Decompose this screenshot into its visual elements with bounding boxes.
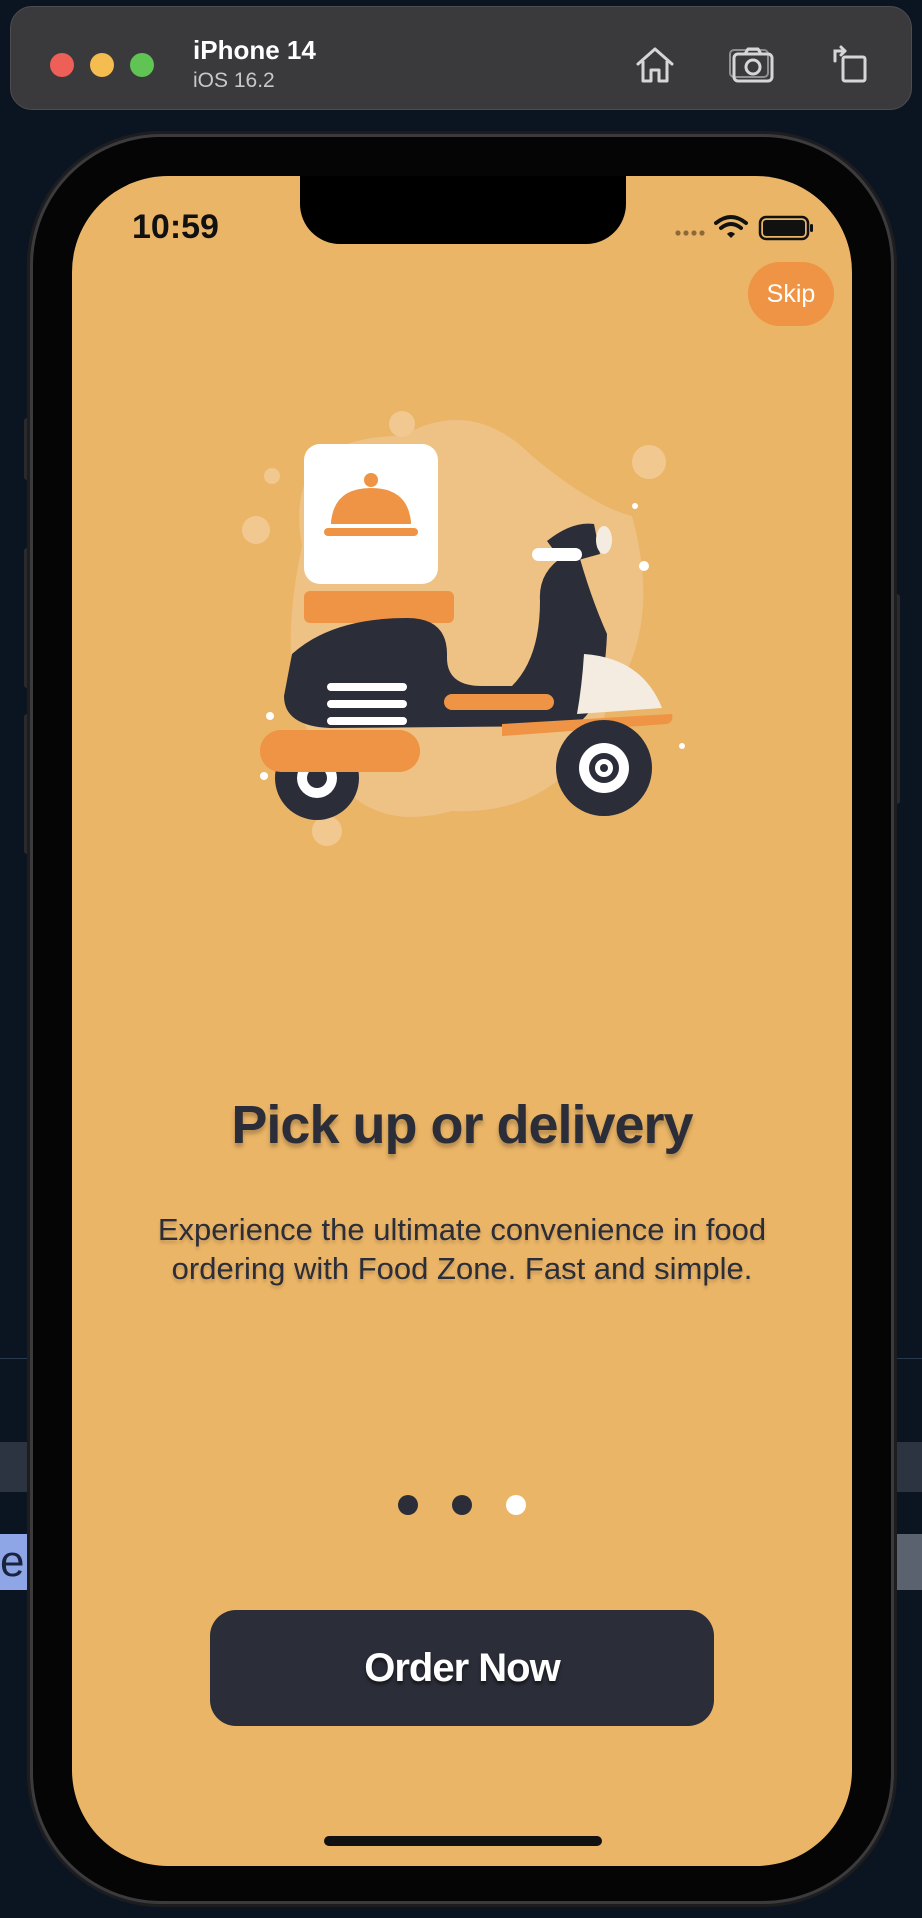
minimize-window-button[interactable]: [90, 53, 114, 77]
screenshot-icon[interactable]: [729, 41, 777, 89]
cellular-dots-icon: [675, 230, 705, 236]
close-window-button[interactable]: [50, 53, 74, 77]
page-dot[interactable]: [452, 1495, 472, 1515]
rotate-icon[interactable]: [827, 41, 875, 89]
home-indicator[interactable]: [324, 1836, 602, 1846]
background-tag-text: e: [0, 1537, 25, 1586]
page-dot-active[interactable]: [506, 1495, 526, 1515]
wifi-icon: [714, 215, 748, 238]
volume-up-button: [24, 548, 33, 688]
status-icons: [675, 215, 813, 241]
skip-button[interactable]: Skip: [748, 262, 834, 326]
battery-icon: [758, 215, 813, 241]
notch: [300, 176, 626, 244]
volume-down-button: [24, 714, 33, 854]
app-screen: 10:59 Skip Pick up or delivery Experienc…: [72, 176, 852, 1866]
simulator-titlebar: iPhone 14 iOS 16.2: [10, 6, 912, 110]
page-indicator[interactable]: [72, 1495, 852, 1517]
home-icon[interactable]: [631, 41, 679, 89]
background-side-control: [896, 1534, 922, 1590]
delivery-scooter-illustration: [242, 411, 685, 846]
device-name: iPhone 14: [193, 35, 316, 65]
status-time: 10:59: [132, 208, 219, 246]
onboarding-description: Experience the ultimate convenience in f…: [157, 1212, 767, 1286]
mute-switch: [24, 418, 33, 480]
order-now-button[interactable]: Order Now: [210, 1610, 714, 1726]
background-tag: e: [0, 1534, 30, 1590]
power-button: [891, 594, 900, 804]
background-bar-right: [890, 1442, 922, 1492]
page-dot[interactable]: [398, 1495, 418, 1515]
zoom-window-button[interactable]: [130, 53, 154, 77]
os-version: iOS 16.2: [193, 69, 275, 92]
onboarding-title: Pick up or delivery: [231, 1095, 693, 1155]
